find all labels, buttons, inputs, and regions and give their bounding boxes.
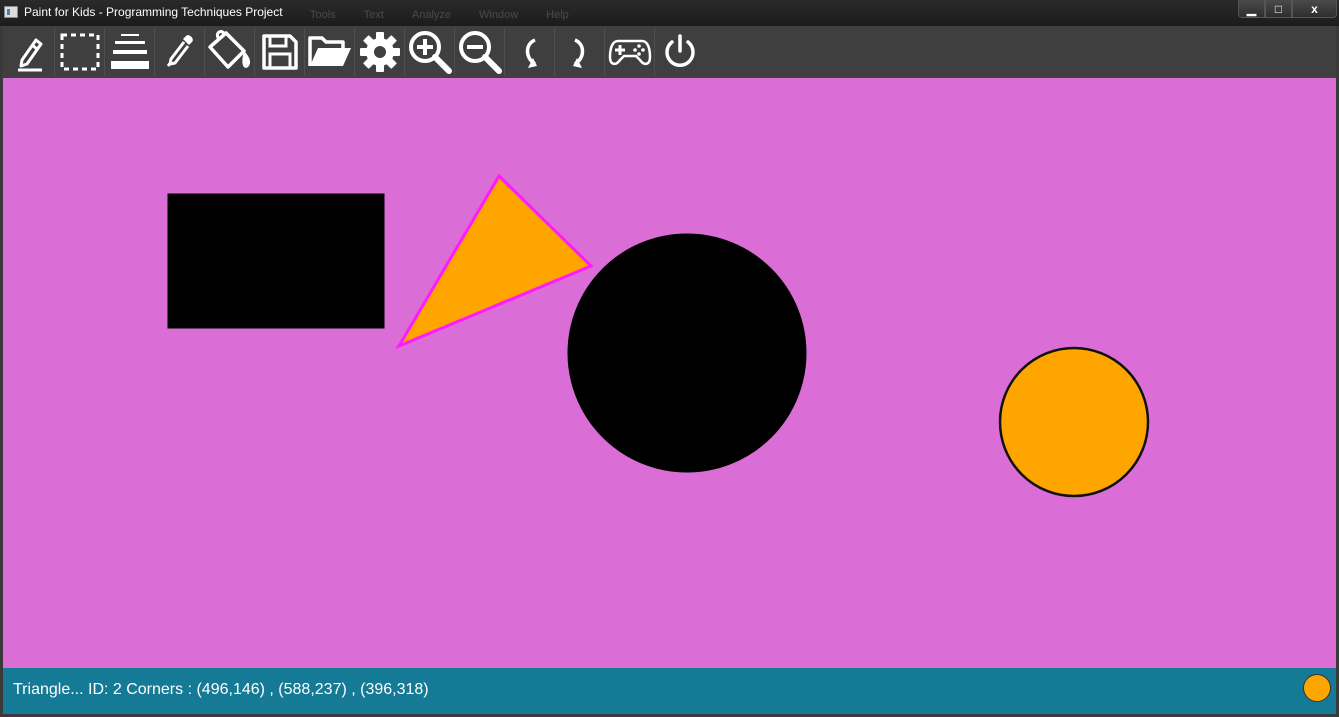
fill-button[interactable] [205,28,255,76]
border-width-button[interactable] [105,28,155,76]
current-fill-color-swatch [1303,674,1331,702]
paint-bucket-icon [207,30,250,69]
maximize-button[interactable]: □ [1265,0,1292,18]
undo-button[interactable] [505,28,555,76]
faded-menu-item: Tools [310,9,336,21]
save-icon [261,34,298,70]
shape-circle-black[interactable] [567,233,807,473]
zoom-out-icon [458,31,502,74]
app-icon [4,6,18,18]
title-bar[interactable]: Paint for Kids - Programming Techniques … [0,0,1339,26]
faded-menu-item: Window [479,9,519,21]
toolbar [3,26,1336,78]
shape-rectangle[interactable] [167,193,385,329]
zoom-in-icon [408,31,452,74]
draw-shape-button[interactable] [5,28,55,76]
save-button[interactable] [255,28,305,76]
shape-triangle-selected[interactable] [395,173,594,350]
window-title: Paint for Kids - Programming Techniques … [24,5,283,19]
status-message: Triangle... ID: 2 Corners : (496,146) , … [13,681,429,698]
faded-menu: Tools Text Analyze Window Help [310,9,569,21]
drawing-canvas[interactable] [3,78,1336,668]
close-button[interactable]: x [1292,0,1337,18]
status-bar: Triangle... ID: 2 Corners : (496,146) , … [3,668,1336,714]
faded-menu-item: Analyze [411,9,452,21]
minimize-button[interactable]: ▁ [1238,0,1265,18]
pencil-icon [17,38,42,72]
line-width-icon [110,34,149,69]
select-button[interactable] [55,28,105,76]
play-mode-button[interactable] [605,28,655,76]
select-marquee-icon [60,33,99,71]
undo-icon [525,38,537,68]
settings-button[interactable] [355,28,405,76]
power-icon [665,34,695,67]
gear-icon [359,32,400,72]
gamepad-icon [608,39,651,66]
eyedropper-icon [166,35,193,67]
redo-icon [572,38,584,68]
app-window: Paint for Kids - Programming Techniques … [0,0,1339,717]
faded-menu-item: Help [546,9,569,21]
canvas-drawing [167,173,1150,498]
shape-circle-orange[interactable] [998,346,1150,498]
open-folder-icon [307,36,351,66]
faded-menu-item: Text [363,9,384,21]
exit-button[interactable] [655,28,705,76]
load-button[interactable] [305,28,355,76]
color-picker-button[interactable] [155,28,205,76]
redo-button[interactable] [555,28,605,76]
zoom-in-button[interactable] [405,28,455,76]
zoom-out-button[interactable] [455,28,505,76]
